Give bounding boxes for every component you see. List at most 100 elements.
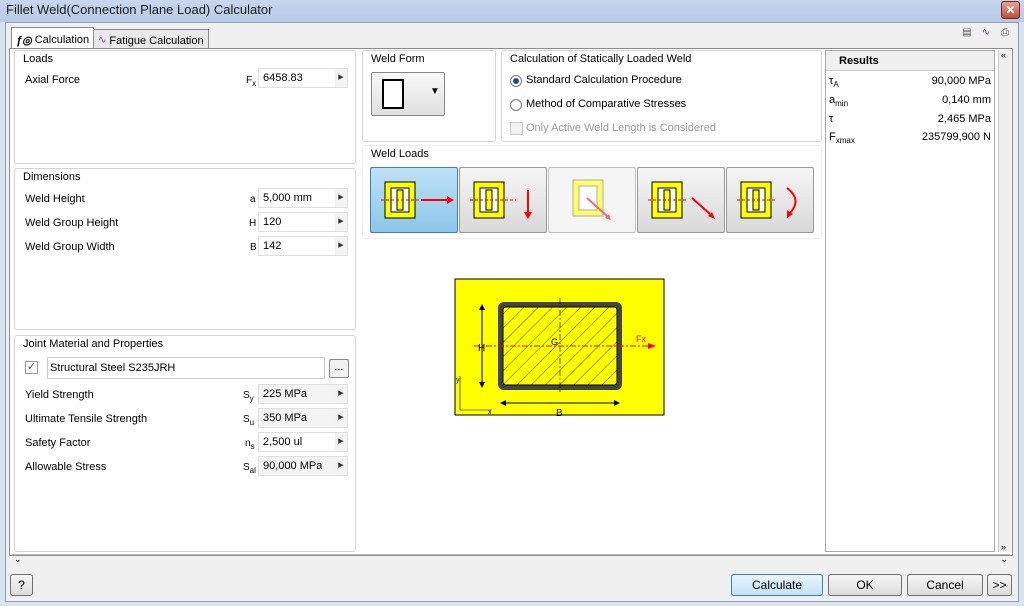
double-chevron-up-icon[interactable]: «	[1001, 50, 1006, 60]
material-title: Joint Material and Properties	[23, 338, 164, 350]
weld-group-width-input[interactable]: 142 ▶	[258, 236, 348, 256]
diagram-g-label: G	[551, 337, 558, 347]
weld-height-input[interactable]: 5,000 mm ▶	[258, 188, 348, 208]
load-axial-button[interactable]	[370, 167, 458, 233]
material-name: Structural Steel S235JRH	[50, 362, 176, 374]
safety-factor-input[interactable]: 2,500 ul ▶	[258, 432, 348, 452]
tab-calculation-label: Calculation	[34, 34, 90, 46]
diagram-fx-label: Fx	[636, 334, 646, 344]
weld-group-width-symbol: B	[250, 242, 257, 253]
load-shear-button[interactable]	[459, 167, 547, 233]
weld-form-dropdown[interactable]: ▼	[371, 72, 445, 116]
print-icon[interactable]: ⎙	[998, 26, 1012, 40]
expand-strip[interactable]: ⌄ ⌄	[12, 554, 1010, 566]
weld-group-height-label: Weld Group Height	[25, 217, 119, 229]
load-combined-button[interactable]	[637, 167, 725, 233]
axial-force-value: 6458.83	[263, 72, 303, 84]
diagram-y-label: y	[456, 377, 460, 384]
help-button[interactable]: ?	[10, 574, 33, 596]
safety-factor-arrow-icon[interactable]: ▶	[335, 433, 347, 451]
tab-fatigue[interactable]: ∿ Fatigue Calculation	[93, 29, 209, 48]
allowable-stress-value: 90,000 MPa	[263, 460, 323, 472]
weld-height-symbol: a	[250, 194, 256, 205]
diagram-x-label: x	[488, 409, 492, 416]
dimensions-title: Dimensions	[23, 171, 81, 183]
safety-factor-value: 2,500 ul	[263, 436, 303, 448]
rectangle-weld-icon	[382, 79, 404, 109]
results-scrollbar[interactable]: « »	[998, 50, 1011, 552]
yield-strength-arrow-icon[interactable]: ▶	[335, 385, 347, 403]
double-chevron-down-icon[interactable]: ⌄	[14, 554, 22, 565]
active-weld-label[interactable]: Only Active Weld Length is Considered	[526, 122, 716, 134]
weld-group-height-symbol: H	[249, 218, 257, 229]
material-name-field[interactable]: Structural Steel S235JRH	[47, 357, 325, 379]
fx-max-value: 235799,900 N	[921, 131, 991, 143]
close-button[interactable]: ✕	[1001, 1, 1020, 19]
yield-strength-value: 225 MPa	[263, 388, 308, 400]
result-row: τ 2,465 MPa	[829, 113, 991, 125]
weld-height-arrow-icon[interactable]: ▶	[335, 189, 347, 207]
comparative-stresses-label[interactable]: Method of Comparative Stresses	[526, 98, 686, 110]
weld-height-value: 5,000 mm	[263, 192, 312, 204]
results-title: Results	[839, 55, 879, 67]
window-title: Fillet Weld(Connection Plane Load) Calcu…	[6, 2, 273, 17]
diagram-h-label: H	[478, 343, 485, 354]
more-button[interactable]: >>	[987, 574, 1012, 596]
toolbar-icons: ▤ ∿ ⎙	[960, 26, 1012, 40]
cancel-button[interactable]: Cancel	[907, 574, 983, 596]
weld-form-group: Weld Form ▼	[362, 50, 496, 142]
dimensions-group: Dimensions Weld Height a 5,000 mm ▶ Weld…	[14, 168, 356, 330]
axial-load-icon	[381, 181, 454, 219]
active-weld-checkbox[interactable]	[510, 122, 523, 135]
shear-load-icon	[470, 181, 532, 219]
weld-group-width-label: Weld Group Width	[25, 241, 115, 253]
tau-symbol: τ	[829, 113, 834, 125]
load-torsion-button[interactable]	[726, 167, 814, 233]
torsion-load-icon	[737, 181, 797, 219]
result-row: τA 90,000 MPa	[829, 75, 991, 89]
allowable-stress-label: Allowable Stress	[25, 461, 107, 473]
result-row: Fxmax 235799,900 N	[829, 131, 991, 145]
ultimate-tensile-strength-symbol: Su	[243, 414, 255, 427]
axial-force-input[interactable]: 6458.83 ▶	[258, 68, 348, 88]
weld-group-width-arrow-icon[interactable]: ▶	[335, 237, 347, 255]
weld-group-width-value: 142	[263, 240, 282, 252]
ultimate-tensile-strength-arrow-icon[interactable]: ▶	[335, 409, 347, 427]
axial-force-arrow-icon[interactable]: ▶	[335, 69, 347, 87]
chart-icon[interactable]: ∿	[979, 26, 993, 40]
tau-a-value: 90,000 MPa	[931, 75, 991, 87]
standard-procedure-radio[interactable]	[510, 75, 522, 87]
yield-strength-field: 225 MPa ▶	[258, 384, 348, 404]
weld-group-height-input[interactable]: 120 ▶	[258, 212, 348, 232]
weld-group-height-arrow-icon[interactable]: ▶	[335, 213, 347, 231]
yield-strength-label: Yield Strength	[25, 389, 94, 401]
weld-height-label: Weld Height	[25, 193, 85, 205]
tab-calculation[interactable]: ƒ◎ Calculation	[11, 27, 95, 49]
result-row: amin 0,140 mm	[829, 94, 991, 108]
a-min-value: 0,140 mm	[942, 94, 991, 106]
ok-button[interactable]: OK	[828, 574, 902, 596]
export-icon[interactable]: ▤	[960, 26, 974, 40]
double-chevron-down-icon[interactable]: ⌄	[1000, 554, 1008, 565]
comparative-stresses-radio[interactable]	[510, 99, 522, 111]
weld-group-height-value: 120	[263, 216, 282, 228]
yield-strength-symbol: Sy	[243, 390, 254, 403]
fx-max-symbol: Fxmax	[829, 131, 855, 146]
calculate-button[interactable]: Calculate	[731, 574, 823, 596]
ultimate-tensile-strength-field: 350 MPa ▶	[258, 408, 348, 428]
standard-procedure-label[interactable]: Standard Calculation Procedure	[526, 74, 682, 86]
diagram-b-label: B	[556, 408, 563, 418]
chevron-down-icon: ▼	[430, 86, 440, 97]
material-checkbox[interactable]: ✓	[25, 361, 38, 374]
title-bar: Fillet Weld(Connection Plane Load) Calcu…	[0, 0, 1024, 22]
tab-fatigue-label: Fatigue Calculation	[109, 34, 204, 47]
weld-form-title: Weld Form	[371, 53, 425, 65]
browse-material-button[interactable]: ...	[329, 359, 349, 378]
load-moment-button[interactable]	[548, 167, 636, 233]
safety-factor-label: Safety Factor	[25, 437, 91, 449]
combined-load-icon	[648, 181, 715, 219]
fatigue-icon: ∿	[98, 35, 107, 46]
double-chevron-down-icon[interactable]: »	[1001, 542, 1006, 552]
allowable-stress-arrow-icon[interactable]: ▶	[335, 457, 347, 475]
a-min-symbol: amin	[829, 94, 849, 109]
